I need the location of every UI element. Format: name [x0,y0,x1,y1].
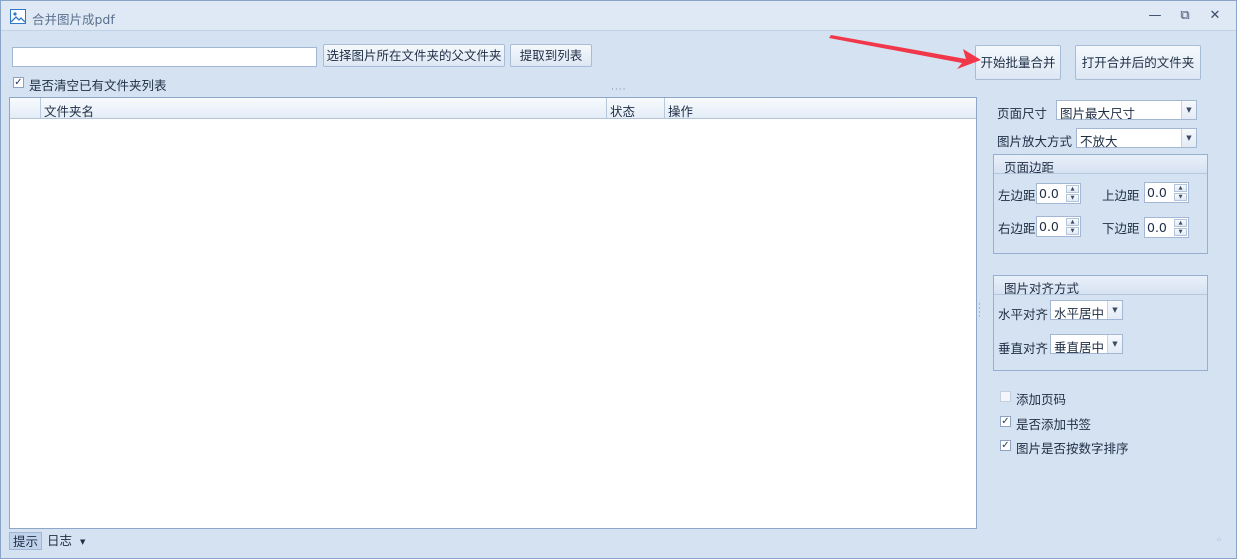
start-batch-merge-button[interactable]: 开始批量合并 [975,45,1061,80]
vertical-align-value: 垂直居中 [1054,340,1105,355]
spin-arrows-icon[interactable]: ▲ ▼ [1066,218,1079,235]
extract-to-list-button[interactable]: 提取到列表 [510,44,592,67]
left-margin-value: 0.0 [1039,186,1059,201]
folder-path-input[interactable] [12,47,317,67]
chevron-down-icon: ▼ [80,537,86,546]
chevron-down-icon[interactable]: ▼ [1181,129,1196,147]
zoom-mode-label: 图片放大方式 [997,134,1073,149]
vertical-align-label: 垂直对齐 [998,341,1049,356]
splitter-grip[interactable]: ···· [611,85,626,95]
clear-list-label: 是否清空已有文件夹列表 [29,78,167,93]
right-margin-label: 右边距 [998,221,1036,236]
annotation-arrow-icon [829,35,981,69]
image-alignment-group: 图片对齐方式 水平对齐 水平居中 ▼ 垂直对齐 垂直居中 ▼ [993,275,1208,371]
add-page-number-checkbox[interactable] [1000,391,1011,402]
image-icon [10,9,26,24]
page-size-label: 页面尺寸 [997,106,1048,121]
left-margin-spinner[interactable]: 0.0 ▲ ▼ [1036,183,1081,204]
numeric-sort-checkbox[interactable]: ✓ [1000,440,1011,451]
horizontal-align-value: 水平居中 [1054,306,1105,321]
bottom-margin-value: 0.0 [1147,220,1167,235]
tab-log[interactable]: 日志 ▼ [44,532,88,550]
column-action[interactable]: 操作 [668,101,693,120]
horizontal-align-select[interactable]: 水平居中 ▼ [1050,300,1123,321]
open-merged-folder-button[interactable]: 打开合并后的文件夹 [1075,45,1201,80]
vertical-align-select[interactable]: 垂直居中 ▼ [1050,334,1123,355]
folder-grid[interactable]: 文件夹名 状态 操作 [9,97,977,529]
top-margin-label: 上边距 [1102,188,1140,203]
add-bookmark-checkbox[interactable]: ✓ [1000,416,1011,427]
spin-arrows-icon[interactable]: ▲ ▼ [1174,219,1187,236]
status-bar: 提示 日志 ▼ ⁘ [1,530,1236,558]
chevron-down-icon[interactable]: ▼ [1181,101,1196,119]
tab-log-label: 日志 [47,533,73,548]
bottom-margin-spinner[interactable]: 0.0 ▲ ▼ [1144,217,1189,238]
close-button[interactable]: ✕ [1204,7,1226,25]
minimize-button[interactable]: — [1144,7,1166,25]
chevron-down-icon[interactable]: ▼ [1107,301,1122,319]
page-size-value: 图片最大尺寸 [1060,106,1136,121]
numeric-sort-label: 图片是否按数字排序 [1016,441,1129,456]
add-page-number-label: 添加页码 [1016,392,1067,407]
right-margin-spinner[interactable]: 0.0 ▲ ▼ [1036,216,1081,237]
zoom-mode-select[interactable]: 不放大 ▼ [1076,128,1197,149]
page-margins-group: 页面边距 左边距 0.0 ▲ ▼ 上边距 0.0 ▲ ▼ 右边距 0.0 ▲ ▼ 下边… [993,154,1208,254]
select-parent-folder-button[interactable]: 选择图片所在文件夹的父文件夹 [323,44,505,67]
resize-grip-icon[interactable]: ⁘ [1216,537,1223,544]
top-margin-value: 0.0 [1147,185,1167,200]
title-bar: 合并图片成pdf — ⧉ ✕ [1,1,1236,31]
horizontal-align-label: 水平对齐 [998,307,1049,322]
spin-arrows-icon[interactable]: ▲ ▼ [1174,184,1187,201]
vertical-splitter-grip[interactable]: · · · · [978,301,982,322]
column-status[interactable]: 状态 [610,101,635,120]
check-icon: ✓ [1001,440,1010,451]
main-window: 合并图片成pdf — ⧉ ✕ 选择图片所在文件夹的父文件夹 提取到列表 ✓ 是否… [0,0,1237,559]
clear-list-checkbox[interactable]: ✓ [13,77,24,88]
check-icon: ✓ [14,77,23,88]
page-margins-title: 页面边距 [1004,160,1055,175]
add-bookmark-label: 是否添加书签 [1016,417,1092,432]
grid-header: 文件夹名 状态 操作 [10,98,976,119]
check-icon: ✓ [1001,416,1010,427]
restore-button[interactable]: ⧉ [1174,7,1196,25]
right-margin-value: 0.0 [1039,219,1059,234]
page-size-select[interactable]: 图片最大尺寸 ▼ [1056,100,1197,121]
top-margin-spinner[interactable]: 0.0 ▲ ▼ [1144,182,1189,203]
column-folder-name[interactable]: 文件夹名 [44,101,94,120]
left-margin-label: 左边距 [998,188,1036,203]
window-title: 合并图片成pdf [32,12,115,27]
chevron-down-icon[interactable]: ▼ [1107,335,1122,353]
bottom-margin-label: 下边距 [1102,221,1140,236]
spin-arrows-icon[interactable]: ▲ ▼ [1066,185,1079,202]
image-alignment-title: 图片对齐方式 [1004,281,1080,296]
zoom-mode-value: 不放大 [1080,134,1118,149]
tab-tips[interactable]: 提示 [9,532,43,550]
